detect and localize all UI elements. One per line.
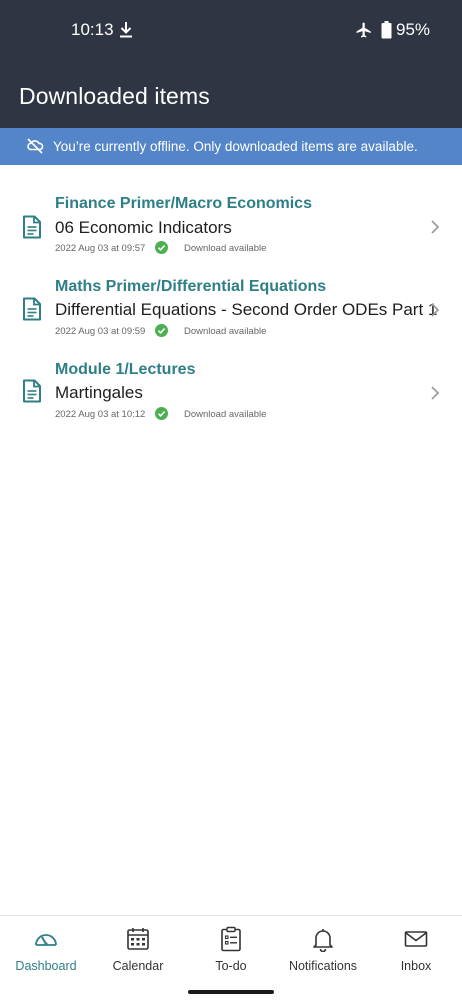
item-name: 06 Economic Indicators bbox=[55, 218, 232, 237]
nav-label: Dashboard bbox=[15, 959, 77, 973]
status-bar: 10:13 95% bbox=[0, 0, 462, 62]
list-item[interactable]: Module 1/Lectures Martingales 2022 Aug 0… bbox=[0, 357, 462, 439]
home-gesture-handle[interactable] bbox=[188, 990, 274, 994]
app-header: Downloaded items bbox=[0, 62, 462, 128]
document-icon bbox=[23, 379, 41, 403]
chevron-right-icon bbox=[431, 303, 440, 317]
chevron-right-icon bbox=[431, 220, 440, 234]
item-date: 2022 Aug 03 at 09:59 bbox=[55, 326, 146, 337]
offline-banner: You’re currently offline. Only downloade… bbox=[0, 128, 462, 165]
item-status: Download available bbox=[184, 243, 267, 254]
nav-label: To-do bbox=[215, 959, 247, 973]
battery-icon bbox=[381, 21, 392, 39]
item-path: Maths Primer/Differential Equations bbox=[55, 278, 327, 295]
chevron-right-icon bbox=[431, 386, 440, 400]
item-status: Download available bbox=[184, 326, 267, 337]
calendar-icon bbox=[127, 928, 149, 950]
bell-icon bbox=[313, 929, 333, 952]
list-item[interactable]: Maths Primer/Differential Equations Diff… bbox=[0, 274, 462, 356]
item-name: Differential Equations - Second Order OD… bbox=[55, 300, 437, 319]
gesture-bar bbox=[0, 985, 462, 1000]
check-circle-icon bbox=[155, 407, 168, 420]
nav-label: Calendar bbox=[112, 959, 164, 973]
check-circle-icon bbox=[155, 241, 168, 254]
bottom-nav: Dashboard Calendar To-do Notifications I… bbox=[0, 915, 462, 985]
todo-icon bbox=[221, 926, 241, 952]
list-item[interactable]: Finance Primer/Macro Economics 06 Econom… bbox=[0, 191, 462, 273]
nav-notifications[interactable]: Notifications bbox=[277, 916, 369, 986]
cloud-off-icon bbox=[27, 138, 44, 154]
document-icon bbox=[23, 297, 41, 321]
item-path: Finance Primer/Macro Economics bbox=[55, 195, 312, 212]
page-title: Downloaded items bbox=[19, 83, 210, 109]
inbox-icon bbox=[404, 931, 428, 947]
battery-level: 95% bbox=[396, 20, 431, 39]
nav-inbox[interactable]: Inbox bbox=[370, 916, 462, 986]
item-status: Download available bbox=[184, 409, 267, 420]
status-time: 10:13 bbox=[71, 20, 114, 39]
check-circle-icon bbox=[155, 324, 168, 337]
offline-message: You’re currently offline. Only downloade… bbox=[53, 139, 418, 154]
nav-calendar[interactable]: Calendar bbox=[92, 916, 184, 986]
item-date: 2022 Aug 03 at 09:57 bbox=[55, 243, 146, 254]
nav-todo[interactable]: To-do bbox=[185, 916, 277, 986]
item-name: Martingales bbox=[55, 383, 143, 402]
dashboard-icon bbox=[35, 934, 57, 946]
nav-label: Notifications bbox=[288, 959, 358, 973]
download-icon bbox=[120, 22, 132, 38]
nav-label: Inbox bbox=[400, 959, 432, 973]
item-path: Module 1/Lectures bbox=[55, 361, 196, 378]
airplane-icon bbox=[356, 22, 371, 38]
document-icon bbox=[23, 215, 41, 239]
nav-dashboard[interactable]: Dashboard bbox=[0, 916, 92, 986]
item-date: 2022 Aug 03 at 10:12 bbox=[55, 409, 146, 420]
